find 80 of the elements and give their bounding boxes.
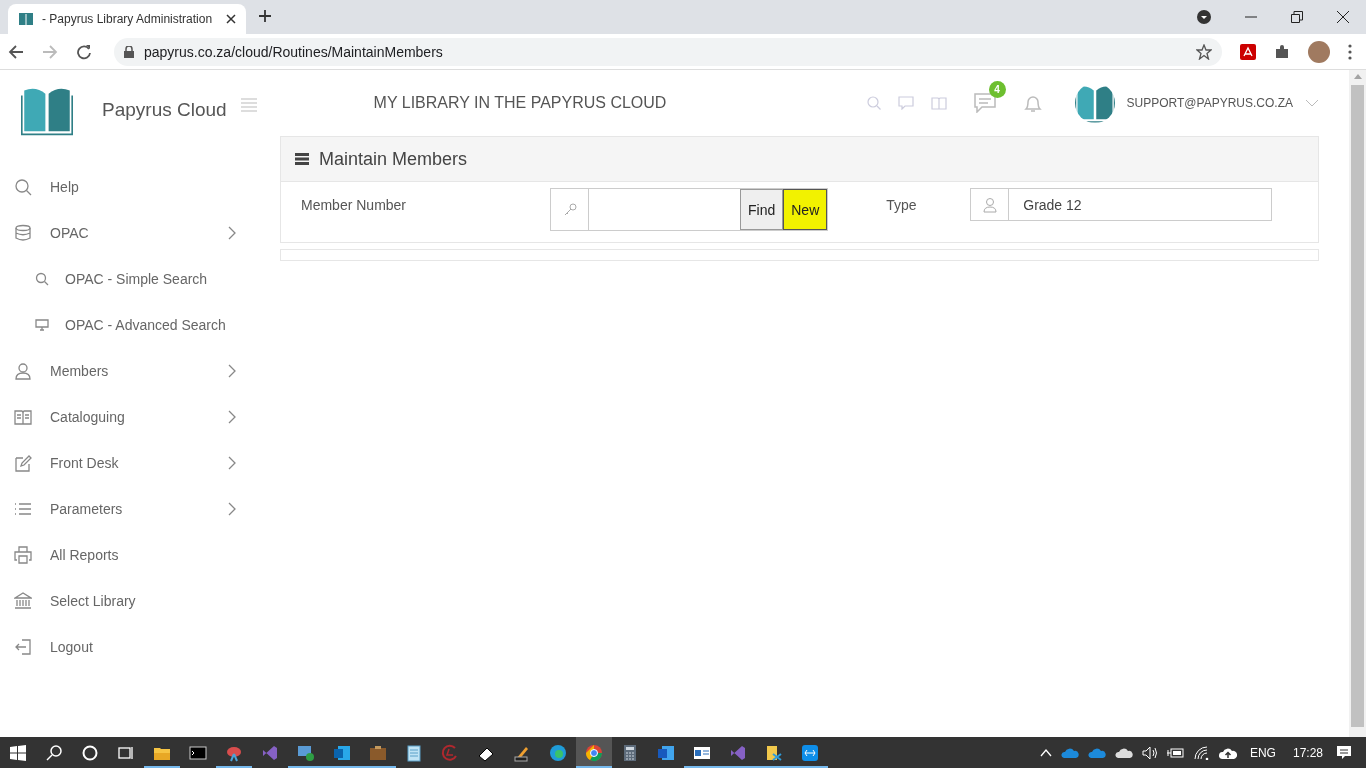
sidebar-item[interactable]: Front Desk — [0, 440, 262, 486]
book-icon — [14, 408, 32, 426]
book-icon — [18, 11, 34, 27]
app-icon — [765, 743, 783, 762]
word-icon — [657, 743, 675, 762]
lock-icon — [124, 45, 134, 58]
sidebar-item[interactable]: Logout — [0, 624, 262, 670]
calculator-icon — [621, 743, 639, 762]
monitor-icon — [35, 318, 49, 332]
chrome-icon — [585, 743, 603, 762]
scrollbar[interactable] — [1349, 70, 1366, 737]
field-label: Member Number — [301, 197, 408, 213]
terminal-icon — [189, 743, 207, 762]
search-icon — [14, 178, 32, 196]
speaker-icon[interactable] — [1141, 745, 1158, 760]
cloud-icon[interactable] — [1114, 747, 1133, 758]
field-label: Type — [886, 197, 918, 213]
restore-icon[interactable] — [1291, 11, 1303, 23]
search-icon — [35, 272, 49, 286]
windows-logo-icon[interactable] — [10, 744, 26, 761]
printer-icon — [14, 546, 32, 564]
chevron-right-icon — [228, 364, 236, 378]
visual-studio-icon — [261, 743, 279, 762]
visual-studio-icon — [729, 743, 747, 762]
chevron-right-icon — [228, 410, 236, 424]
task-view-icon[interactable] — [118, 744, 134, 761]
page-heading: MY LIBRARY IN THE PAPYRUS CLOUD — [372, 94, 668, 112]
plus-icon[interactable] — [258, 9, 272, 23]
list-icon — [14, 500, 32, 518]
close-icon[interactable] — [1337, 11, 1349, 23]
suitcase-icon — [369, 743, 387, 762]
notification-icon[interactable] — [1336, 744, 1352, 761]
remote-control-icon — [801, 743, 819, 762]
battery-icon[interactable] — [1166, 746, 1185, 759]
language-indicator[interactable]: ENG — [1249, 745, 1276, 760]
more-icon[interactable] — [1348, 43, 1352, 60]
outlook-icon — [333, 743, 351, 762]
circle-icon[interactable] — [82, 744, 98, 761]
logout-icon — [14, 638, 32, 656]
user-email[interactable]: SUPPORT@PAPYRUS.CO.ZA — [1126, 96, 1293, 110]
bank-icon — [14, 592, 32, 610]
browser-tab[interactable]: - Papyrus Library Administration — [8, 4, 246, 34]
message-count-badge: 4 — [988, 81, 1006, 98]
chevron-right-icon — [228, 226, 236, 240]
notepad-icon — [405, 743, 423, 762]
remote-desktop-icon — [297, 743, 315, 762]
upload-cloud-icon[interactable] — [1218, 746, 1237, 759]
reload-icon[interactable] — [76, 43, 92, 60]
sidebar-item[interactable]: OPAC — [0, 210, 262, 256]
panel-title: Maintain Members — [319, 148, 468, 170]
back-icon[interactable] — [8, 43, 24, 60]
chevron-up-icon[interactable] — [1039, 748, 1052, 757]
type-field[interactable]: Grade 12 — [970, 188, 1273, 221]
database-icon — [14, 224, 32, 242]
clock[interactable]: 17:28 — [1292, 745, 1323, 760]
edge-icon — [549, 743, 567, 762]
sidebar-item[interactable]: Cataloguing — [0, 394, 262, 440]
chevron-right-icon — [228, 502, 236, 516]
profile-avatar[interactable] — [1308, 40, 1330, 63]
brand-name: Papyrus Cloud — [102, 99, 227, 121]
user-icon — [981, 196, 998, 213]
user-icon — [14, 362, 32, 380]
search-icon[interactable] — [46, 744, 62, 761]
sidebar-item[interactable]: Parameters — [0, 486, 262, 532]
list-icon — [295, 153, 309, 165]
pdf-icon[interactable] — [1240, 43, 1256, 60]
sidebar-subitem[interactable]: OPAC - Advanced Search — [0, 302, 262, 348]
sidebar-item[interactable]: Select Library — [0, 578, 262, 624]
address-bar[interactable]: papyrus.co.za/cloud/Routines/MaintainMembers — [114, 37, 1222, 66]
star-icon[interactable] — [1196, 43, 1212, 60]
sidebar-subitem[interactable]: OPAC - Simple Search — [0, 256, 262, 302]
wifi-icon[interactable] — [1193, 745, 1210, 760]
sidebar-item[interactable]: All Reports — [0, 532, 262, 578]
dropdown-icon[interactable] — [1197, 10, 1211, 24]
logo-icon — [441, 743, 459, 762]
close-icon[interactable] — [226, 14, 236, 24]
sidebar-item[interactable]: Help — [0, 164, 262, 210]
sidebar-item[interactable]: Members — [0, 348, 262, 394]
edit-icon — [14, 454, 32, 472]
chevron-right-icon — [228, 456, 236, 470]
